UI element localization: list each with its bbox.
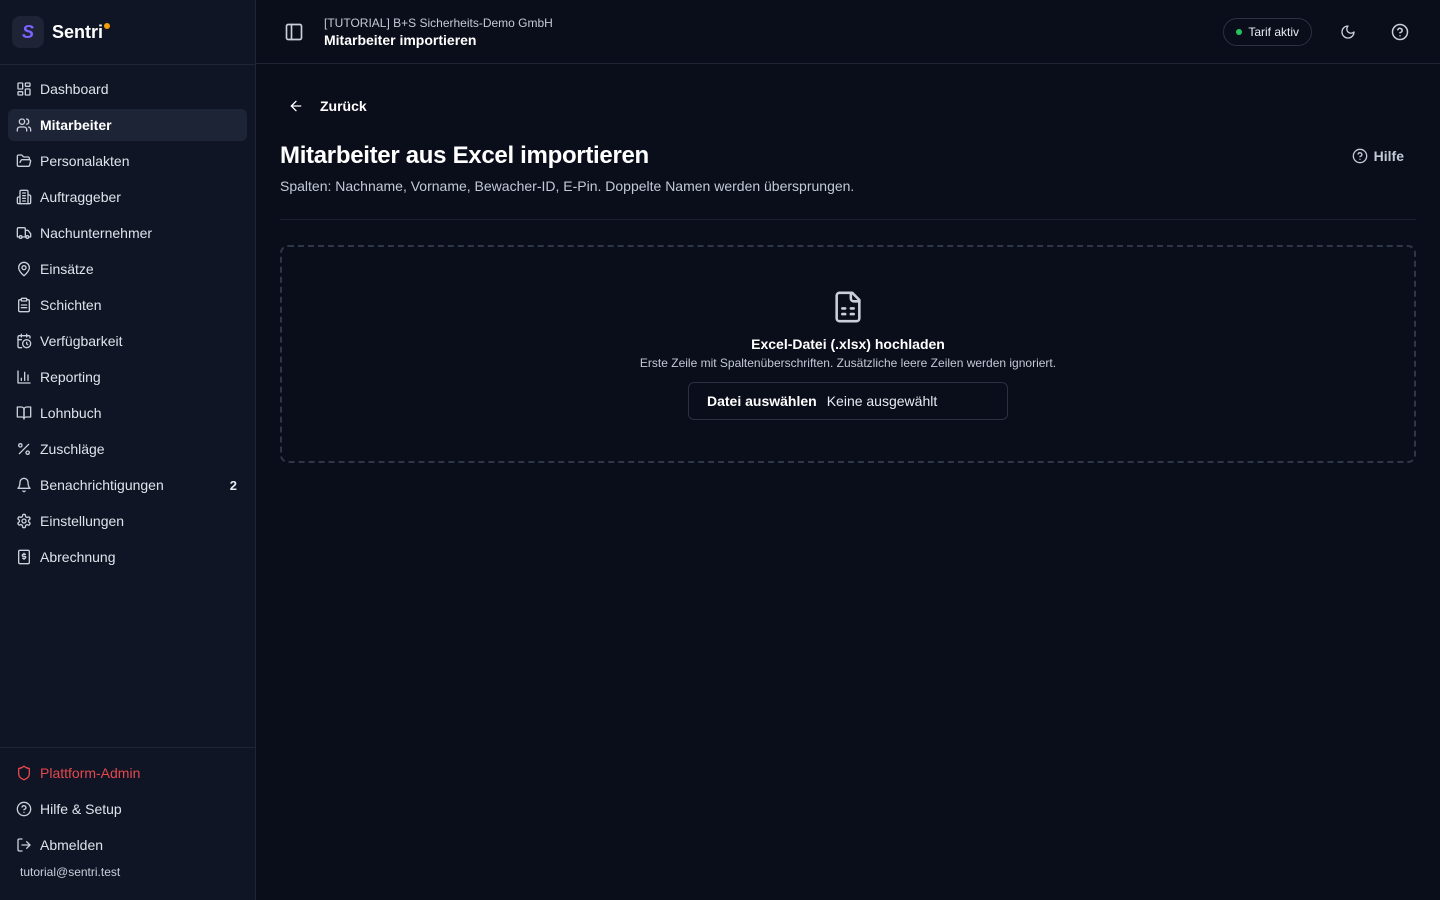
folder-icon bbox=[16, 153, 32, 169]
page-title-top: Mitarbeiter importieren bbox=[324, 31, 477, 48]
sidebar-item-label: Nachunternehmer bbox=[40, 225, 153, 241]
sidebar-item-label: Lohnbuch bbox=[40, 405, 102, 421]
back-button[interactable]: Zurück bbox=[288, 90, 367, 122]
sidebar-item-label: Hilfe & Setup bbox=[40, 801, 122, 817]
calendar-clock-icon bbox=[16, 333, 32, 349]
arrow-left-icon bbox=[288, 98, 304, 114]
file-input[interactable]: Datei auswählen Keine ausgewählt bbox=[688, 382, 1008, 420]
sidebar-item-mitarbeiter[interactable]: Mitarbeiter bbox=[8, 109, 247, 141]
page-subtitle: Spalten: Nachname, Vorname, Bewacher-ID,… bbox=[280, 178, 855, 194]
sidebar-item-label: Einstellungen bbox=[40, 513, 125, 529]
sidebar-item-label: Personalakten bbox=[40, 153, 130, 169]
sidebar-item-label: Mitarbeiter bbox=[40, 117, 112, 133]
book-icon bbox=[16, 405, 32, 421]
divider bbox=[280, 219, 1416, 220]
sidebar-item-label: Abrechnung bbox=[40, 549, 116, 565]
sidebar-bottom: Plattform-Admin Hilfe & Setup Abmelden tut… bbox=[0, 747, 255, 879]
sidebar-item-label: Einsätze bbox=[40, 261, 94, 277]
logout-icon bbox=[16, 837, 32, 853]
help-label: Hilfe bbox=[1373, 148, 1404, 164]
sidebar-item-einstellungen[interactable]: Einstellungen bbox=[8, 505, 247, 537]
sidebar-item-plattform-admin[interactable]: Plattform-Admin bbox=[8, 757, 247, 789]
bell-icon bbox=[16, 477, 32, 493]
notification-count-badge: 2 bbox=[229, 477, 237, 493]
status-dot bbox=[1236, 28, 1243, 35]
sidebar-toggle-icon[interactable] bbox=[284, 22, 304, 42]
choose-file-button[interactable]: Datei auswählen bbox=[707, 393, 817, 409]
building-icon bbox=[16, 189, 32, 205]
sidebar-item-reporting[interactable]: Reporting bbox=[8, 361, 247, 393]
page-title: Mitarbeiter aus Excel importieren bbox=[280, 142, 649, 169]
sidebar-item-auftraggeber[interactable]: Auftraggeber bbox=[8, 181, 247, 213]
breadcrumb: [TUTORIAL] B+S Sicherheits-Demo GmbH Mit… bbox=[324, 16, 1223, 48]
users-icon bbox=[16, 117, 32, 133]
upload-dropzone[interactable]: Excel-Datei (.xlsx) hochladen Erste Zeil… bbox=[280, 245, 1416, 463]
sidebar-item-label: Reporting bbox=[40, 369, 101, 385]
brand-name: Sentri bbox=[52, 21, 111, 43]
help-button[interactable]: Hilfe bbox=[1352, 148, 1404, 164]
truck-icon bbox=[16, 225, 32, 241]
sidebar-item-label: Dashboard bbox=[40, 81, 109, 97]
sidebar-item-lohnbuch[interactable]: Lohnbuch bbox=[8, 397, 247, 429]
gear-icon bbox=[16, 513, 32, 529]
percent-icon bbox=[16, 441, 32, 457]
help-circle-icon bbox=[16, 801, 32, 817]
sidebar-item-label: Verfügbarkeit bbox=[40, 333, 123, 349]
file-status: Keine ausgewählt bbox=[826, 393, 938, 409]
brand-name-text: Sentri bbox=[52, 21, 104, 42]
org-name: [TUTORIAL] B+S Sicherheits-Demo GmbH bbox=[324, 15, 553, 30]
sidebar-item-abrechnung[interactable]: Abrechnung bbox=[8, 541, 247, 573]
user-email: tutorial@sentri.test bbox=[20, 865, 121, 879]
sidebar-item-dashboard[interactable]: Dashboard bbox=[8, 73, 247, 105]
brand-dot bbox=[104, 22, 111, 29]
tarif-label: Tarif aktiv bbox=[1248, 24, 1299, 39]
sidebar-item-label: Schichten bbox=[40, 297, 102, 313]
help-circle-icon[interactable] bbox=[1384, 16, 1416, 48]
topbar: [TUTORIAL] B+S Sicherheits-Demo GmbH Mit… bbox=[256, 0, 1440, 64]
sidebar-item-label: Plattform-Admin bbox=[40, 765, 141, 781]
file-spreadsheet-icon bbox=[831, 288, 865, 326]
sidebar-item-benachrichtigungen[interactable]: Benachrichtigungen 2 bbox=[8, 469, 247, 501]
sidebar-nav: Dashboard Mitarbeiter Personalakten Auftrag… bbox=[0, 65, 255, 573]
shield-icon bbox=[16, 765, 32, 781]
sidebar-item-schichten[interactable]: Schichten bbox=[8, 289, 247, 321]
sidebar-item-label: Benachrichtigungen bbox=[40, 477, 164, 493]
sidebar-item-zuschlaege[interactable]: Zuschläge bbox=[8, 433, 247, 465]
sidebar-item-label: Abmelden bbox=[40, 837, 104, 853]
sidebar-item-verfuegbarkeit[interactable]: Verfügbarkeit bbox=[8, 325, 247, 357]
map-pin-icon bbox=[16, 261, 32, 277]
upload-title: Excel-Datei (.xlsx) hochladen bbox=[751, 336, 945, 352]
tarif-status-badge[interactable]: Tarif aktiv bbox=[1223, 17, 1312, 46]
back-label: Zurück bbox=[320, 98, 367, 114]
upload-hint: Erste Zeile mit Spaltenüberschriften. Zu… bbox=[639, 356, 1057, 370]
receipt-icon bbox=[16, 549, 32, 565]
brand-logo: S bbox=[12, 16, 44, 48]
moon-icon[interactable] bbox=[1332, 16, 1364, 48]
brand[interactable]: S Sentri bbox=[0, 0, 255, 65]
sidebar-item-hilfe-and-setup[interactable]: Hilfe & Setup bbox=[8, 793, 247, 825]
sidebar-item-label: Auftraggeber bbox=[40, 189, 121, 205]
clipboard-icon bbox=[16, 297, 32, 313]
sidebar-item-personalakten[interactable]: Personalakten bbox=[8, 145, 247, 177]
sidebar-item-abmelden[interactable]: Abmelden bbox=[8, 829, 247, 861]
sidebar-item-einsaetze[interactable]: Einsätze bbox=[8, 253, 247, 285]
sidebar-item-nachunternehmer[interactable]: Nachunternehmer bbox=[8, 217, 247, 249]
sidebar-item-label: Zuschläge bbox=[40, 441, 105, 457]
bar-chart-icon bbox=[16, 369, 32, 385]
sidebar: S Sentri Dashboard Mitarbeiter Personalakt… bbox=[0, 0, 256, 900]
dashboard-icon bbox=[16, 81, 32, 97]
help-circle-icon bbox=[1352, 148, 1368, 164]
